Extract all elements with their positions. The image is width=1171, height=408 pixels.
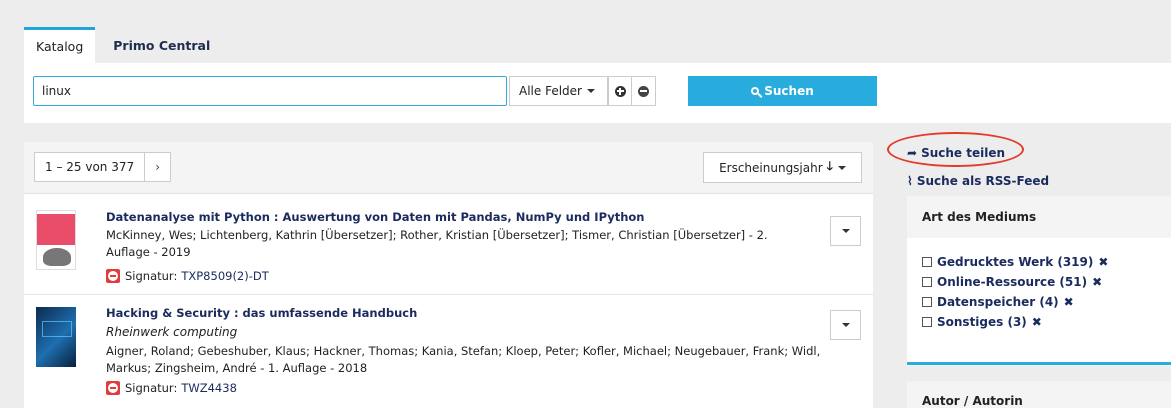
exclude-icon[interactable]: ✖ bbox=[1092, 275, 1102, 289]
facet-media-type: Art des Mediums Gedrucktes Werk (319) ✖ … bbox=[907, 196, 1171, 366]
checkbox[interactable] bbox=[922, 257, 932, 267]
result-authors: Aigner, Roland; Gebeshuber, Klaus; Hackn… bbox=[106, 344, 821, 375]
exclude-icon[interactable]: ✖ bbox=[1032, 315, 1042, 329]
result-item: Hacking & Security : das umfassende Hand… bbox=[24, 296, 873, 408]
plus-circle-icon bbox=[614, 85, 626, 97]
field-select[interactable]: Alle Felder bbox=[509, 76, 608, 106]
signature-value[interactable]: TXP8509(2)-DT bbox=[181, 269, 268, 283]
facet-item-label: Gedrucktes Werk (319) bbox=[937, 255, 1094, 269]
search-button[interactable]: Suchen bbox=[688, 76, 877, 106]
facet-list: Gedrucktes Werk (319) ✖ Online-Ressource… bbox=[907, 238, 1171, 332]
remove-field-button[interactable] bbox=[632, 76, 656, 106]
signature-label: Signatur: bbox=[125, 269, 178, 283]
book-cover[interactable] bbox=[36, 210, 76, 270]
signature-value[interactable]: TWZ4438 bbox=[181, 381, 237, 395]
result-signature: Signatur: TXP8509(2)-DT bbox=[106, 269, 269, 283]
field-select-label: Alle Felder bbox=[519, 84, 582, 98]
facet-item-online[interactable]: Online-Ressource (51) ✖ bbox=[907, 272, 1171, 292]
share-label: Suche teilen bbox=[921, 146, 1006, 160]
caret-down-icon bbox=[841, 229, 850, 233]
search-input[interactable] bbox=[33, 76, 507, 106]
result-options-button[interactable] bbox=[830, 216, 861, 246]
pager: 1 – 25 von 377 › bbox=[34, 152, 172, 182]
search-icon bbox=[751, 87, 760, 95]
search-tabs: Katalog Primo Central bbox=[24, 27, 222, 63]
caret-down-icon bbox=[841, 323, 850, 327]
checkbox[interactable] bbox=[922, 277, 932, 287]
facet-item-label: Datenspeicher (4) bbox=[937, 295, 1059, 309]
share-search-link[interactable]: ➦ Suche teilen bbox=[907, 146, 1005, 160]
facet-item-label: Sonstiges (3) bbox=[937, 315, 1027, 329]
facet-item-storage[interactable]: Datenspeicher (4) ✖ bbox=[907, 292, 1171, 312]
result-signature: Signatur: TWZ4438 bbox=[106, 381, 237, 395]
unavailable-icon bbox=[106, 269, 120, 283]
facet-item-label: Online-Ressource (51) bbox=[937, 275, 1088, 289]
result-item: Datenanalyse mit Python : Auswertung von… bbox=[24, 200, 873, 295]
rss-label: Suche als RSS-Feed bbox=[916, 174, 1050, 188]
rss-feed-link[interactable]: ⌇ Suche als RSS-Feed bbox=[907, 174, 1049, 188]
exclude-icon[interactable]: ✖ bbox=[1064, 295, 1074, 309]
facet-title: Art des Mediums bbox=[907, 196, 1171, 238]
result-authors: McKinney, Wes; Lichtenberg, Kathrin [Übe… bbox=[106, 228, 768, 259]
sort-label: Erscheinungsjahr bbox=[719, 160, 823, 175]
exclude-icon[interactable]: ✖ bbox=[1098, 255, 1108, 269]
minus-circle-icon bbox=[638, 85, 649, 97]
facet-title: Autor / Autorin bbox=[922, 394, 1023, 408]
results-panel: 1 – 25 von 377 › Erscheinungsjahr 🡓 Date… bbox=[24, 142, 873, 408]
facet-item-printed[interactable]: Gedrucktes Werk (319) ✖ bbox=[907, 252, 1171, 272]
arrow-down-icon: 🡓 bbox=[826, 159, 833, 173]
tab-katalog[interactable]: Katalog bbox=[24, 27, 96, 63]
add-field-button[interactable] bbox=[608, 76, 632, 106]
result-title[interactable]: Hacking & Security : das umfassende Hand… bbox=[106, 306, 417, 320]
results-count: 1 – 25 von 377 bbox=[34, 152, 146, 182]
caret-down-icon bbox=[837, 165, 846, 170]
search-panel: Alle Felder Suchen bbox=[24, 63, 1171, 123]
sort-dropdown[interactable]: Erscheinungsjahr 🡓 bbox=[703, 152, 862, 183]
book-cover[interactable] bbox=[36, 307, 76, 367]
facet-divider bbox=[907, 362, 1171, 365]
checkbox[interactable] bbox=[922, 317, 932, 327]
facet-item-other[interactable]: Sonstiges (3) ✖ bbox=[907, 312, 1171, 332]
checkbox[interactable] bbox=[922, 297, 932, 307]
result-options-button[interactable] bbox=[830, 310, 861, 340]
facet-author: Autor / Autorin bbox=[907, 381, 1171, 408]
signature-label: Signatur: bbox=[125, 381, 178, 395]
results-toolbar: 1 – 25 von 377 › Erscheinungsjahr 🡓 bbox=[24, 142, 873, 194]
tab-primo-central[interactable]: Primo Central bbox=[101, 27, 222, 63]
caret-down-icon bbox=[586, 89, 595, 93]
search-button-label: Suchen bbox=[764, 84, 814, 98]
result-title[interactable]: Datenanalyse mit Python : Auswertung von… bbox=[106, 210, 644, 224]
next-page-button[interactable]: › bbox=[145, 152, 172, 182]
rss-icon: ⌇ bbox=[907, 174, 913, 188]
unavailable-icon bbox=[106, 381, 120, 395]
result-series: Rheinwerk computing bbox=[106, 325, 238, 339]
share-arrow-icon: ➦ bbox=[907, 146, 918, 160]
